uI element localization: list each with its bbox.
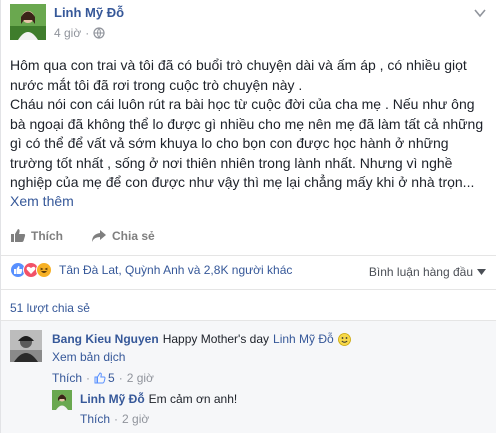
action-bar: Thích Chia sẻ <box>10 228 183 243</box>
divider <box>1 289 496 290</box>
post-paragraph: Hôm qua con trai và tôi đã có buổi trò c… <box>10 57 467 93</box>
share-button[interactable]: Chia sẻ <box>91 229 155 243</box>
reply-like-button[interactable]: Thích <box>80 412 110 426</box>
like-label: Thích <box>31 228 63 243</box>
divider <box>1 255 496 256</box>
post-card: Linh Mỹ Đỗ 4 giờ · Hôm qua con trai và t… <box>0 0 496 433</box>
dot-separator: · <box>114 412 119 426</box>
reactors-text[interactable]: Tân Đà Lat, Quỳnh Anh và 2,8K người khác <box>59 263 292 277</box>
comment-body: Bang Kieu Nguyen Happy Mother's day Linh… <box>52 332 351 346</box>
post-paragraph: Cháu nói con cái luôn rút ra bài học từ … <box>10 96 484 190</box>
haha-reaction-icon <box>36 262 52 278</box>
comment-like-count[interactable]: 5 <box>94 371 115 385</box>
post-time[interactable]: 4 giờ <box>54 26 81 40</box>
share-label: Chia sẻ <box>112 228 155 243</box>
comment-sort-dropdown[interactable]: Bình luận hàng đầu <box>369 265 486 279</box>
reply-avatar[interactable] <box>52 390 72 410</box>
reply-time[interactable]: 2 giờ <box>122 412 149 426</box>
comment-mention[interactable]: Linh Mỹ Đỗ <box>273 332 334 346</box>
comment-time[interactable]: 2 giờ <box>127 371 154 385</box>
smile-emoji-icon <box>337 332 351 346</box>
chevron-down-icon <box>477 269 486 275</box>
post-meta: 4 giờ · <box>54 26 105 40</box>
share-arrow-icon <box>92 229 106 242</box>
shares-count-link[interactable]: 51 lượt chia sẻ <box>10 301 90 315</box>
sort-label: Bình luận hàng đầu <box>368 265 473 279</box>
author-avatar[interactable] <box>10 4 46 40</box>
reply-body: Linh Mỹ Đỗ Em cảm ơn anh! <box>80 392 237 406</box>
dot-separator: · <box>86 371 91 385</box>
reply-text: Em cảm ơn anh! <box>148 392 238 406</box>
like-button[interactable]: Thích <box>10 228 63 243</box>
globe-icon <box>93 27 105 39</box>
post-options-chevron-icon[interactable] <box>474 8 486 18</box>
thumbs-up-icon <box>11 229 26 242</box>
reactions-summary[interactable]: Tân Đà Lat, Quỳnh Anh và 2,8K người khác <box>10 262 292 278</box>
comment-author[interactable]: Bang Kieu Nguyen <box>52 332 159 346</box>
comment-text: Happy Mother's day <box>162 332 270 346</box>
like-count-value: 5 <box>108 371 115 385</box>
dot-separator: · <box>118 371 123 385</box>
translate-link[interactable]: Xem bản dịch <box>52 350 125 364</box>
reply-author[interactable]: Linh Mỹ Đỗ <box>80 392 145 406</box>
comment-like-button[interactable]: Thích <box>52 371 82 385</box>
thumbs-up-icon <box>94 372 106 384</box>
comment-meta: Thích · 5 · 2 giờ <box>52 371 154 385</box>
commenter-avatar[interactable] <box>10 330 42 362</box>
post-author[interactable]: Linh Mỹ Đỗ <box>54 5 124 20</box>
reply-meta: Thích · 2 giờ <box>80 412 149 426</box>
dot-separator: · <box>85 26 90 40</box>
see-more-link[interactable]: Xem thêm <box>10 193 74 209</box>
post-text: Hôm qua con trai và tôi đã có buổi trò c… <box>10 56 490 193</box>
